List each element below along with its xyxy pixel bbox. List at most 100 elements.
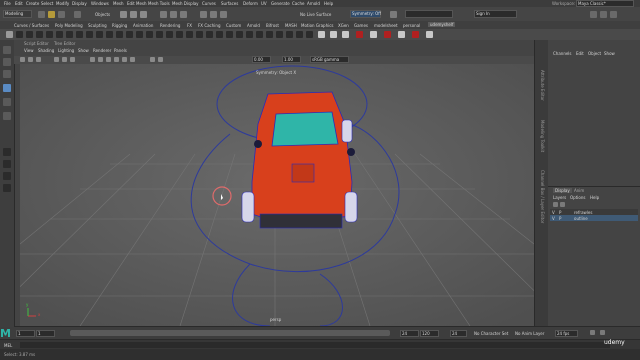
wireframe-on-shaded-icon[interactable] xyxy=(106,57,111,62)
shelf-tool-15-icon[interactable] xyxy=(146,31,153,38)
shelf-tool-14-icon[interactable] xyxy=(136,31,143,38)
layer-visibility-toggle[interactable]: V xyxy=(552,216,555,221)
anim-layer-dropdown[interactable]: No Anim Layer xyxy=(515,331,544,336)
shelf-tool-25-icon[interactable] xyxy=(246,31,253,38)
shelf-tab-animation[interactable]: Animation xyxy=(133,23,153,28)
gamma-field[interactable]: 1.00 xyxy=(282,56,301,63)
shelf-tab-games[interactable]: Games xyxy=(354,23,368,28)
open-folder-icon[interactable] xyxy=(48,11,55,18)
menu-arnold[interactable]: Arnold xyxy=(307,1,320,6)
shelf-tab-motion-graphics[interactable]: Motion Graphics xyxy=(301,23,334,28)
channelbox-menu-object[interactable]: Object xyxy=(588,51,601,56)
select-object-icon[interactable] xyxy=(130,11,137,18)
shelf-tool-37-icon[interactable] xyxy=(384,31,391,38)
undo-icon[interactable] xyxy=(74,11,81,18)
shelf-tool-17-icon[interactable] xyxy=(166,31,173,38)
single-view-layout-icon[interactable] xyxy=(3,148,11,156)
menu-windows[interactable]: Windows xyxy=(91,1,109,6)
layer-menu-layers[interactable]: Layers xyxy=(553,195,566,200)
side-tab-attribute-editor[interactable]: Attribute Editor xyxy=(540,70,545,101)
toggle-layout-icon[interactable] xyxy=(600,11,607,18)
shelf-tool-24-icon[interactable] xyxy=(236,31,243,38)
panel-menu-panels[interactable]: Panels xyxy=(114,48,127,53)
menu-file[interactable]: File xyxy=(4,1,11,6)
character-set-dropdown[interactable]: No Character Set xyxy=(474,331,508,336)
shelf-tool-2-icon[interactable] xyxy=(16,31,23,38)
toggle-outliner-icon[interactable] xyxy=(610,11,617,18)
shelf-tool-30-icon[interactable] xyxy=(296,31,303,38)
camera-select-icon[interactable] xyxy=(20,57,25,62)
shelf-tool-31-icon[interactable] xyxy=(306,31,313,38)
shelf-tab-poly-modeling[interactable]: Poly Modeling xyxy=(55,23,83,28)
side-by-side-layout-icon[interactable] xyxy=(3,184,11,192)
wireframe-icon[interactable] xyxy=(90,57,95,62)
menu-select[interactable]: Select xyxy=(41,1,53,6)
layer-menu-help[interactable]: Help xyxy=(590,195,599,200)
channelbox-menu-channels[interactable]: Channels xyxy=(553,51,572,56)
shelf-tool-32-icon[interactable] xyxy=(318,31,325,38)
menu-display[interactable]: Display xyxy=(72,1,87,6)
snap-point-icon[interactable] xyxy=(180,11,187,18)
shelf-tool-38-icon[interactable] xyxy=(398,31,405,38)
shelf-tab-udemyshelf[interactable]: udemyshelf xyxy=(428,22,456,27)
toggle-panel-icon[interactable] xyxy=(590,11,597,18)
viewport[interactable]: Symmetry: Object X persp x y xyxy=(20,64,534,326)
menu-edit[interactable]: Edit xyxy=(15,1,23,6)
shelf-tool-21-icon[interactable] xyxy=(206,31,213,38)
layer-name[interactable]: outline xyxy=(574,216,588,221)
snap-curve-icon[interactable] xyxy=(170,11,177,18)
menu-curves[interactable]: Curves xyxy=(202,1,216,6)
range-end-field[interactable]: 24 xyxy=(400,330,419,337)
range-slider[interactable] xyxy=(70,330,390,336)
shelf-tool-10-icon[interactable] xyxy=(96,31,103,38)
select-hierarchy-icon[interactable] xyxy=(120,11,127,18)
shelf-tool-16-icon[interactable] xyxy=(156,31,163,38)
tab-script-editor[interactable]: Script Editor xyxy=(24,41,49,46)
film-gate-icon[interactable] xyxy=(62,57,67,62)
live-surface-label[interactable]: No Live Surface xyxy=(300,12,331,17)
shelf-tab-rigging[interactable]: Rigging xyxy=(112,23,127,28)
new-layer-selected-icon[interactable] xyxy=(560,202,565,207)
new-layer-icon[interactable] xyxy=(553,202,558,207)
numeric-input[interactable] xyxy=(405,10,453,18)
auto-key-icon[interactable] xyxy=(590,330,595,335)
mode-dropdown[interactable]: Modeling xyxy=(3,10,32,18)
shelf-tab-sculpting[interactable]: Sculpting xyxy=(88,23,107,28)
tab-tree-editor[interactable]: Tree Editor xyxy=(54,41,75,46)
shelf-tool-33-icon[interactable] xyxy=(330,31,337,38)
workspace-dropdown[interactable]: Maya Classic* xyxy=(576,0,634,7)
shelf-tool-12-icon[interactable] xyxy=(116,31,123,38)
menu-generate[interactable]: Generate xyxy=(271,1,290,6)
panel-menu-view[interactable]: View xyxy=(24,48,34,53)
symmetry-dropdown[interactable]: Symmetry: Off xyxy=(350,10,381,18)
textured-icon[interactable] xyxy=(114,57,119,62)
panel-menu-shading[interactable]: Shading xyxy=(38,48,54,53)
shelf-tool-40-icon[interactable] xyxy=(426,31,433,38)
layer-menu-options[interactable]: Options xyxy=(570,195,585,200)
use-all-lights-icon[interactable] xyxy=(122,57,127,62)
side-tab-channel-box[interactable]: Channel Box / Layer Editor xyxy=(540,170,545,223)
bookmark-icon[interactable] xyxy=(36,57,41,62)
scale-tool-icon[interactable] xyxy=(3,112,11,120)
layer-tab-anim[interactable]: Anim xyxy=(574,188,584,193)
shelf-tool-28-icon[interactable] xyxy=(276,31,283,38)
channelbox-menu-show[interactable]: Show xyxy=(604,51,615,56)
lasso-tool-icon[interactable] xyxy=(3,58,11,66)
menu-edit-mesh[interactable]: Edit Mesh xyxy=(127,1,147,6)
camera-attributes-icon[interactable] xyxy=(28,57,33,62)
shelf-tab-arnold[interactable]: Arnold xyxy=(247,23,260,28)
shelf-tool-39-icon[interactable] xyxy=(412,31,419,38)
menu-uv[interactable]: UV xyxy=(261,1,267,6)
shelf-tab-fx[interactable]: FX xyxy=(187,23,192,28)
menu-surfaces[interactable]: Surfaces xyxy=(221,1,238,6)
current-frame-field[interactable]: 24 xyxy=(450,330,467,337)
isolate-select-icon[interactable] xyxy=(150,57,155,62)
shelf-tool-19-icon[interactable] xyxy=(186,31,193,38)
move-tool-icon[interactable] xyxy=(3,84,11,92)
layer-tab-display[interactable]: Display xyxy=(553,188,572,193)
shelf-tool-5-icon[interactable] xyxy=(46,31,53,38)
menu-modify[interactable]: Modify xyxy=(56,1,69,6)
shelf-tab-xgen[interactable]: XGen xyxy=(338,23,349,28)
shadows-icon[interactable] xyxy=(130,57,135,62)
colorspace-dropdown[interactable]: sRGB gamma xyxy=(310,56,349,63)
